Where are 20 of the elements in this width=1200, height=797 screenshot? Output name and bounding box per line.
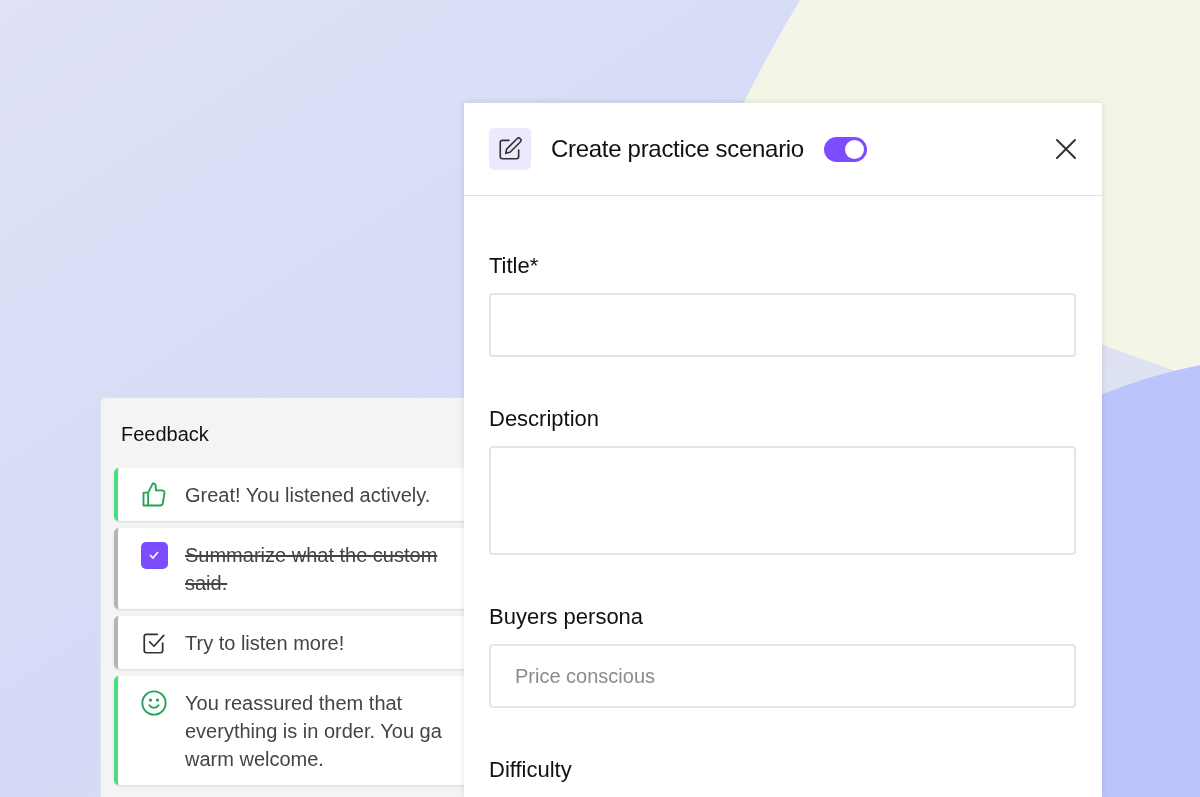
dialog-title: Create practice scenario [551, 135, 804, 163]
checkbox[interactable] [140, 541, 168, 569]
field-label: Buyers persona [489, 604, 644, 630]
field-label: Description [489, 406, 600, 432]
smile-icon [140, 689, 168, 717]
checkbox[interactable] [141, 630, 167, 656]
thumbs-up-icon [140, 481, 168, 509]
feedback-text: Try to listen more! [185, 631, 345, 656]
field-label: Difficulty [489, 757, 572, 783]
feedback-text: Summarize what the custom said. [185, 543, 438, 596]
close-icon[interactable] [1054, 137, 1078, 161]
text-field[interactable] [489, 293, 1076, 357]
field-label: Title* [489, 253, 539, 279]
description-field[interactable] [489, 446, 1076, 555]
card-title: Feedback [120, 422, 209, 447]
text-field[interactable]: Price conscious [489, 644, 1076, 708]
edit-icon [489, 128, 531, 170]
feedback-text: You reassured them that everything is in order. You ga warm welcome. [185, 691, 442, 772]
feedback-text: Great! You listened actively. [185, 483, 431, 508]
toggle-switch[interactable] [823, 136, 867, 162]
